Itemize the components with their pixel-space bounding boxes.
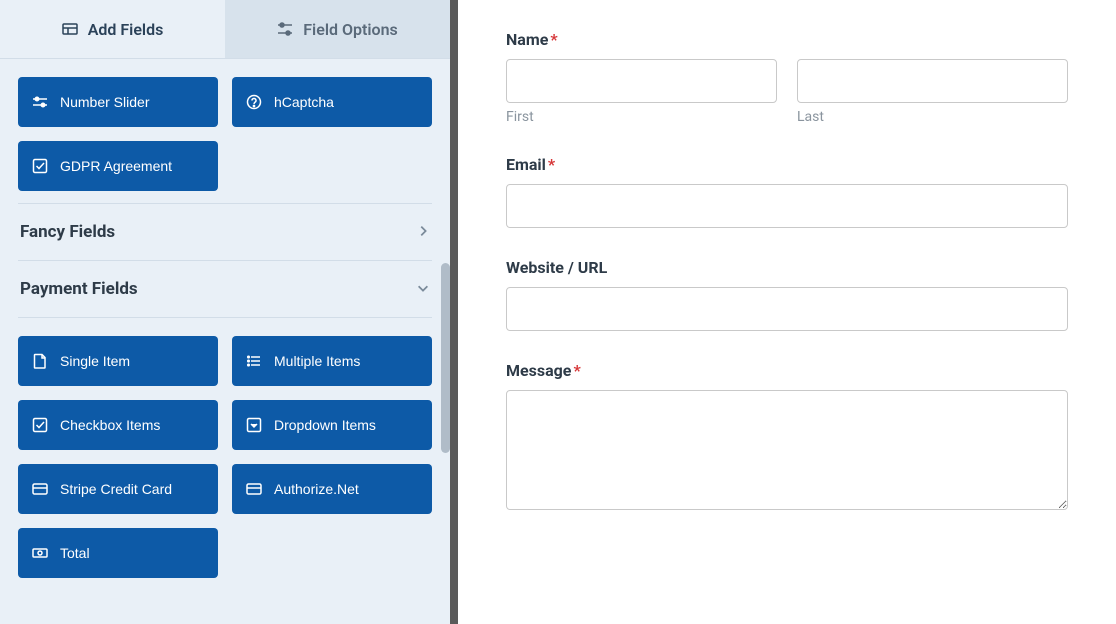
field-authorize-net[interactable]: Authorize.Net [232, 464, 432, 514]
sublabel-first: First [506, 109, 777, 125]
field-hcaptcha[interactable]: hCaptcha [232, 77, 432, 127]
field-website: Website / URL [506, 258, 1068, 331]
input-last-name[interactable] [797, 59, 1068, 103]
form-preview: Name* First Last Email* Website / URL Me… [458, 0, 1116, 624]
credit-card-icon [246, 481, 262, 497]
file-icon [32, 353, 48, 369]
field-number-slider[interactable]: Number Slider [18, 77, 218, 127]
misc-fields-grid: Number Slider hCaptcha GDPR Agreement [18, 77, 432, 191]
sliders-icon [32, 94, 48, 110]
sublabel-last: Last [797, 109, 1068, 125]
field-label: GDPR Agreement [60, 158, 172, 174]
section-title: Fancy Fields [20, 222, 115, 242]
input-website[interactable] [506, 287, 1068, 331]
field-label: Stripe Credit Card [60, 481, 172, 497]
tab-label: Add Fields [88, 20, 164, 39]
field-gdpr-agreement[interactable]: GDPR Agreement [18, 141, 218, 191]
required-asterisk: * [548, 155, 555, 174]
label-email: Email* [506, 155, 1068, 174]
sliders-icon [277, 21, 293, 37]
tab-add-fields[interactable]: Add Fields [0, 0, 225, 58]
field-name: Name* First Last [506, 30, 1068, 125]
field-label: Number Slider [60, 94, 149, 110]
grid-icon [62, 21, 78, 37]
label-message: Message* [506, 361, 1068, 380]
sidebar: Add Fields Field Options Number Slider h… [0, 0, 458, 624]
field-total[interactable]: Total [18, 528, 218, 578]
field-label: Total [60, 545, 90, 561]
section-fancy-fields[interactable]: Fancy Fields [18, 203, 432, 261]
list-icon [246, 353, 262, 369]
money-icon [32, 545, 48, 561]
section-payment-fields[interactable]: Payment Fields [18, 261, 432, 318]
chevron-down-icon [416, 280, 430, 299]
section-title: Payment Fields [20, 279, 138, 299]
check-square-icon [32, 158, 48, 174]
field-label: Authorize.Net [274, 481, 359, 497]
chevron-right-icon [416, 223, 430, 242]
check-square-icon [32, 417, 48, 433]
field-label: Dropdown Items [274, 417, 376, 433]
field-label: Checkbox Items [60, 417, 160, 433]
field-message: Message* [506, 361, 1068, 514]
field-stripe-credit-card[interactable]: Stripe Credit Card [18, 464, 218, 514]
required-asterisk: * [573, 361, 580, 380]
field-multiple-items[interactable]: Multiple Items [232, 336, 432, 386]
caret-square-icon [246, 417, 262, 433]
field-email: Email* [506, 155, 1068, 228]
label-name: Name* [506, 30, 1068, 49]
field-checkbox-items[interactable]: Checkbox Items [18, 400, 218, 450]
tabs: Add Fields Field Options [0, 0, 450, 59]
input-email[interactable] [506, 184, 1068, 228]
credit-card-icon [32, 481, 48, 497]
scrollbar[interactable] [441, 263, 450, 453]
field-label: Multiple Items [274, 353, 360, 369]
field-dropdown-items[interactable]: Dropdown Items [232, 400, 432, 450]
tab-label: Field Options [303, 20, 397, 39]
field-single-item[interactable]: Single Item [18, 336, 218, 386]
field-label: hCaptcha [274, 94, 334, 110]
field-label: Single Item [60, 353, 130, 369]
payment-fields-grid: Single Item Multiple Items Checkbox Item… [18, 336, 432, 578]
tab-field-options[interactable]: Field Options [225, 0, 450, 58]
required-asterisk: * [550, 30, 557, 49]
label-website: Website / URL [506, 258, 1068, 277]
input-first-name[interactable] [506, 59, 777, 103]
sidebar-content: Number Slider hCaptcha GDPR Agreement Fa… [0, 59, 450, 624]
input-message[interactable] [506, 390, 1068, 510]
help-circle-icon [246, 94, 262, 110]
